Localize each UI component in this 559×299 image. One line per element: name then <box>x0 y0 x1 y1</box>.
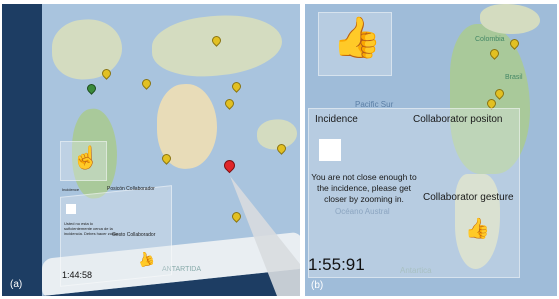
panel-b-hololens-view: Colombia Brasil Pacific Sur Océano Austr… <box>305 4 557 296</box>
timer-b: 1:55:91 <box>308 255 365 274</box>
incidence-label-a: Incidence <box>62 187 80 192</box>
map-label-colombia: Colombia <box>475 36 505 43</box>
timer-a: 1:44:58 <box>62 270 93 280</box>
hand-pointing-up-icon: ☝️ <box>72 145 100 170</box>
panel-tag-a: (a) <box>10 279 23 290</box>
incidence-square-a <box>66 204 76 214</box>
collaborator-gesture-label-b: Collaborator gesture <box>423 192 514 203</box>
hand-thumbs-up-icon: 👍 <box>332 16 382 60</box>
collaborator-position-label-a: Posicón Collaborador <box>107 186 155 192</box>
incidence-square-b <box>319 139 341 161</box>
incidence-label-b: Incidence <box>315 114 358 125</box>
panel-tag-b: (b) <box>311 280 324 291</box>
pointer-ray <box>230 176 300 296</box>
collaborator-gesture-label-a: Gesto Collaborador <box>112 232 156 238</box>
land-central-america <box>480 4 540 34</box>
warning-text-b: You are not close enough to the incidenc… <box>311 172 417 204</box>
collaborator-position-label-b: Collaborator positon <box>413 114 503 125</box>
hand-thumbs-up-icon: 👍 <box>465 218 490 240</box>
map-label-brazil: Brasil <box>505 74 523 81</box>
panel-a-hololens-view: ANTARTIDA ☝️ Incidence Posicón Collabora… <box>2 4 300 296</box>
